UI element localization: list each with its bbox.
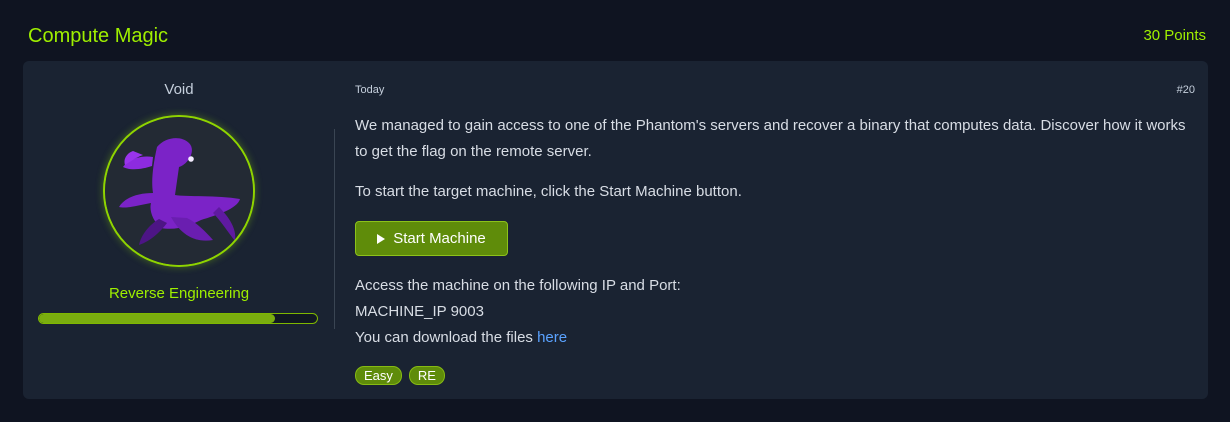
avatar <box>103 115 255 267</box>
tag-difficulty: Easy <box>355 366 402 385</box>
task-number: #20 <box>1176 84 1195 96</box>
start-instruction: To start the target machine, click the S… <box>355 183 742 200</box>
access-info: Access the machine on the following IP a… <box>355 273 681 351</box>
page: Compute Magic 30 Points Void Reverse Eng… <box>0 0 1230 422</box>
progress-fill <box>39 314 276 323</box>
download-line: You can download the files here <box>355 325 681 351</box>
points-value: 30 Points <box>1143 27 1206 44</box>
task-card: Void Reverse Engineering Today #20 We ma… <box>23 61 1208 399</box>
category-label: Reverse Engineering <box>108 285 250 302</box>
tag-category: RE <box>408 366 445 385</box>
download-link[interactable]: here <box>537 329 567 346</box>
start-machine-button[interactable]: Start Machine <box>355 221 508 256</box>
play-icon <box>377 233 386 244</box>
purple-figure-avatar-icon <box>105 117 253 265</box>
tag-list: Easy RE <box>355 366 445 385</box>
task-title: Compute Magic <box>28 25 169 47</box>
progress-bar <box>38 313 318 324</box>
task-date: Today <box>355 84 385 96</box>
task-header: Compute Magic 30 Points <box>0 0 1230 60</box>
machine-ip: MACHINE_IP 9003 <box>355 303 484 320</box>
task-description: We managed to gain access to one of the … <box>355 117 1186 160</box>
download-prefix: You can download the files <box>355 329 538 346</box>
start-machine-label: Start Machine <box>393 230 486 247</box>
author-name: Void <box>164 81 194 98</box>
author-panel: Void Reverse Engineering <box>23 61 335 399</box>
access-instruction: Access the machine on the following IP a… <box>355 277 681 294</box>
divider <box>334 129 335 329</box>
